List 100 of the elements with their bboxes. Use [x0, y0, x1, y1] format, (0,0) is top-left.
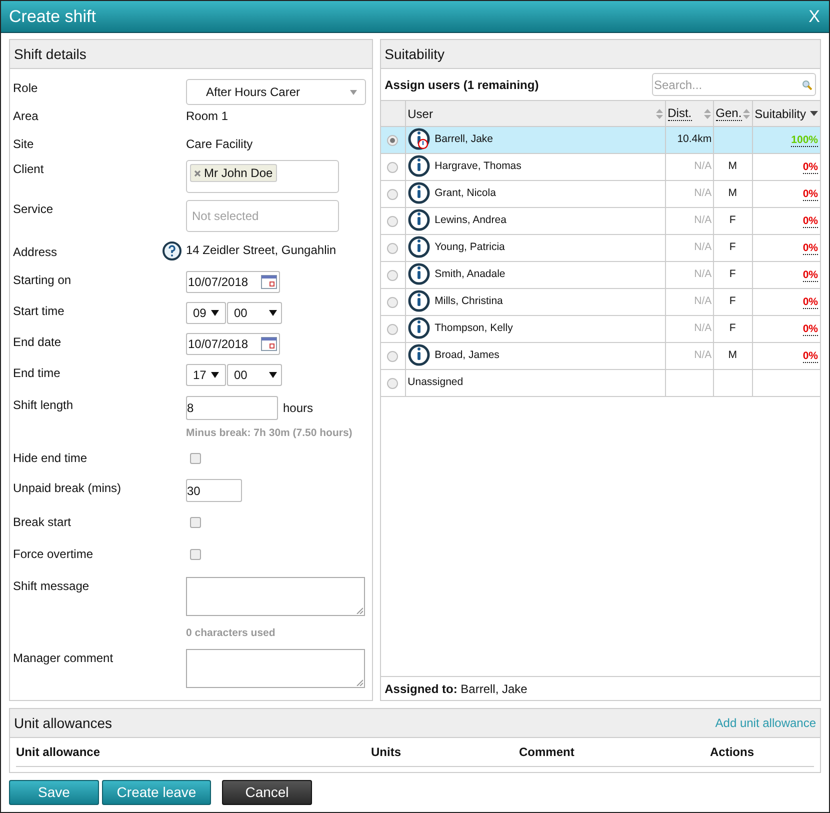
table-row[interactable]: Broad, James N/A M 0% [380, 343, 820, 370]
distance: N/A [694, 186, 712, 202]
radio-button[interactable] [387, 216, 398, 226]
field-label: End date [13, 334, 62, 351]
column-header[interactable]: Suitability [752, 101, 820, 126]
field-label: Starting on [13, 272, 72, 289]
address-text: 14 Zeidler Street, Gungahlin [186, 242, 336, 259]
break-input[interactable]: 30 [186, 479, 242, 502]
field-label: Site [13, 136, 34, 153]
radio-button[interactable] [387, 242, 398, 254]
column-header: Units [371, 744, 402, 761]
caret-icon [269, 372, 277, 378]
field-label: Break start [13, 514, 72, 531]
minute-select[interactable]: 00 [227, 302, 282, 324]
user-name: Broad, James [434, 348, 500, 364]
gender: M [728, 348, 738, 364]
help-icon [162, 241, 182, 261]
gender: M [728, 186, 738, 202]
radio-button[interactable] [387, 134, 398, 146]
distance: N/A [694, 321, 712, 336]
table-row[interactable]: Mills, Christina N/A F 0% [380, 289, 820, 316]
suitability-score[interactable]: 0% [802, 188, 818, 200]
client-field[interactable]: Mr John Doe [186, 160, 339, 193]
role-select[interactable]: After Hours Carer [186, 79, 366, 105]
suitability-score[interactable]: 0% [802, 242, 818, 254]
shift-length-input[interactable]: 8 [186, 396, 278, 420]
radio-button[interactable] [387, 162, 398, 172]
date-field[interactable]: 10/07/2018 [186, 333, 280, 355]
field-label: Area [13, 108, 38, 125]
distance: 10.4km [677, 132, 712, 148]
column-header[interactable]: Gen. [714, 101, 753, 126]
radio-button[interactable] [387, 270, 398, 280]
field-label: Shift message [13, 578, 90, 595]
checkbox[interactable] [190, 549, 201, 560]
client-tag[interactable]: Mr John Doe [190, 164, 277, 182]
caret-icon [350, 90, 357, 94]
gender: F [729, 213, 736, 228]
table-row[interactable]: Unassigned [380, 370, 820, 397]
panel-title: Shift details [14, 44, 86, 64]
break-note: Minus break: 7h 30m (7.50 hours) [186, 426, 352, 441]
suitability-score[interactable]: 0% [802, 268, 818, 282]
minute-select[interactable]: 00 [227, 364, 282, 386]
calendar-icon[interactable] [261, 337, 277, 351]
radio-button[interactable] [387, 188, 398, 200]
assign-heading: Assign users (1 remaining) [384, 76, 539, 94]
suitability-score[interactable]: 0% [802, 296, 818, 308]
resize-handle-icon [356, 607, 363, 614]
radio-button[interactable] [387, 296, 398, 308]
column-header[interactable]: Dist. [666, 101, 714, 126]
distance: N/A [694, 240, 712, 256]
radio-button[interactable] [387, 378, 398, 388]
distance: N/A [694, 213, 712, 228]
suitability-score[interactable]: 0% [802, 160, 818, 174]
checkbox[interactable] [190, 517, 201, 528]
distance: N/A [694, 294, 712, 310]
suitability-score[interactable]: 0% [802, 322, 818, 336]
caret-icon [211, 372, 219, 378]
suitability-score[interactable]: 0% [802, 350, 818, 362]
column-header: Actions [710, 744, 754, 761]
field-label: Shift length [13, 397, 74, 414]
user-name: Thompson, Kelly [434, 321, 513, 336]
hour-select[interactable]: 09 [186, 302, 226, 324]
action-button[interactable]: Cancel [222, 780, 312, 805]
table-row[interactable]: Young, Patricia N/A F 0% [380, 235, 820, 262]
field-value: Room 1 [186, 108, 228, 125]
caret-icon [211, 310, 219, 316]
text-area[interactable] [186, 649, 365, 688]
gender: M [728, 159, 738, 174]
distance: N/A [694, 267, 712, 282]
field-label: Unpaid break (mins) [13, 480, 122, 497]
user-name: Barrell, Jake [434, 132, 493, 148]
table-row[interactable]: Lewins, Andrea N/A F 0% [380, 208, 820, 235]
remove-icon [194, 170, 201, 176]
table-row[interactable]: Hargrave, Thomas N/A M 0% [380, 154, 820, 181]
user-name: Hargrave, Thomas [434, 159, 522, 174]
column-header[interactable]: User [406, 101, 666, 126]
field-label: Address [13, 244, 58, 261]
text-area[interactable] [186, 577, 365, 616]
date-field[interactable]: 10/07/2018 [186, 271, 280, 293]
window-title: Create shift [9, 6, 96, 28]
table-row[interactable]: Grant, Nicola N/A M 0% [380, 181, 820, 208]
user-name: Smith, Anadale [434, 267, 506, 282]
hour-select[interactable]: 17 [186, 364, 226, 386]
user-name: Lewins, Andrea [434, 213, 506, 228]
calendar-icon[interactable] [261, 275, 277, 289]
distance: N/A [694, 159, 712, 174]
gender: F [729, 294, 736, 310]
unit-label: hours [283, 400, 314, 417]
field-label: Manager comment [13, 650, 114, 667]
column-header: Unit allowance [16, 744, 102, 761]
resize-handle-icon [356, 679, 363, 686]
user-name: Mills, Christina [434, 294, 503, 310]
radio-button[interactable] [387, 324, 398, 334]
table-row[interactable]: Thompson, Kelly N/A F 0% [380, 316, 820, 343]
suitability-score[interactable]: 0% [802, 214, 818, 228]
table-row[interactable]: Smith, Anadale N/A F 0% [380, 262, 820, 289]
table-row[interactable]: Barrell, Jake 10.4km 100% [380, 127, 820, 154]
field-label: Force overtime [13, 546, 94, 563]
checkbox[interactable] [190, 453, 201, 464]
radio-button[interactable] [387, 350, 398, 362]
